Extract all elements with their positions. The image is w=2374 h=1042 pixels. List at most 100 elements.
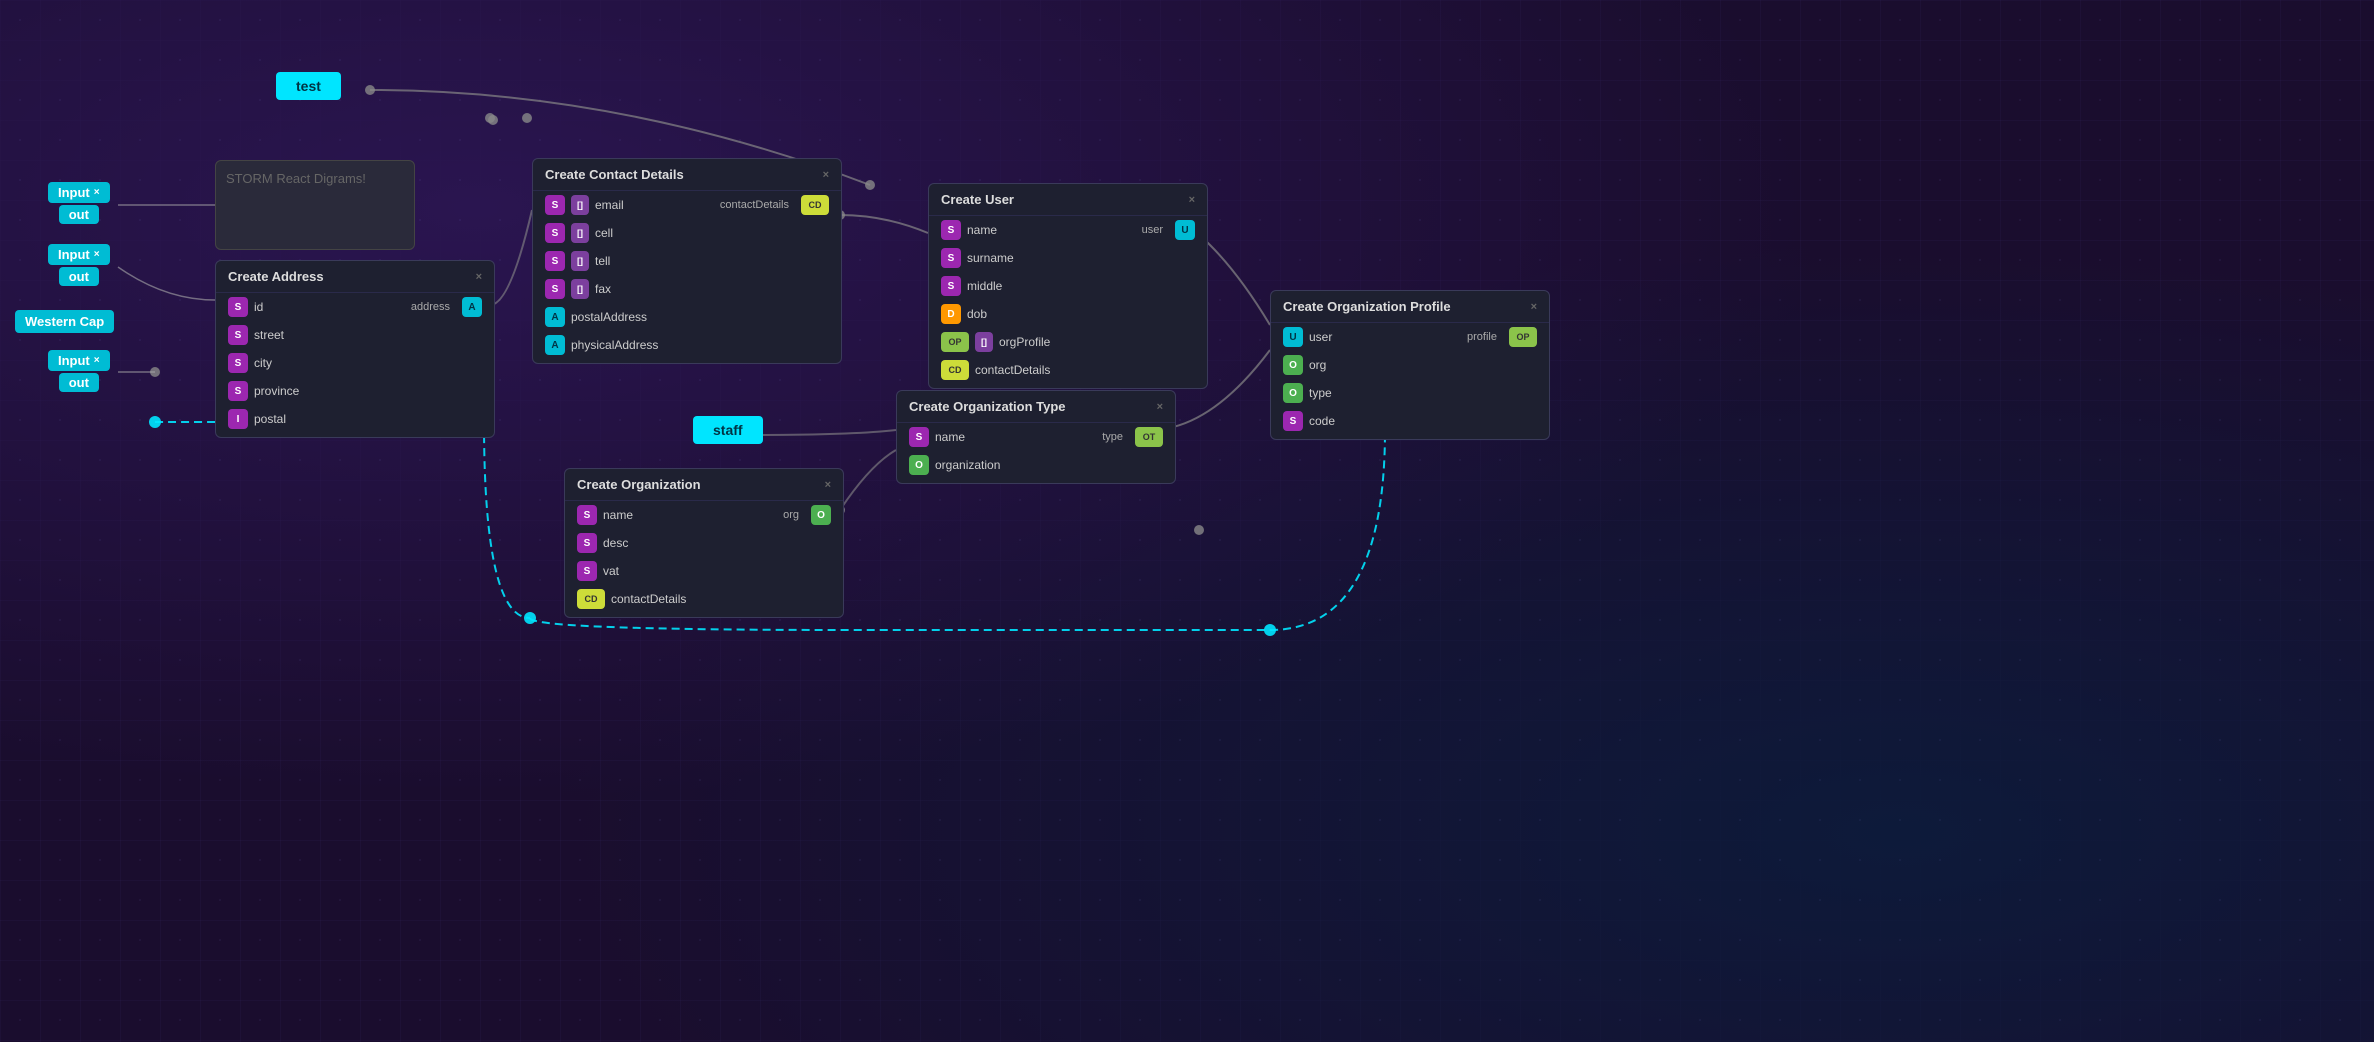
storm-text: STORM React Digrams! bbox=[226, 171, 404, 186]
test-label: test bbox=[296, 78, 321, 94]
canvas: Input × out Input × out Input × out West… bbox=[0, 0, 2374, 1042]
badge-cd-contact: CD bbox=[801, 195, 829, 215]
create-contact-details-node: Create Contact Details × S [] email cont… bbox=[532, 158, 842, 364]
field-postal: postal bbox=[254, 412, 482, 426]
create-organization-node: Create Organization × S name org O S des… bbox=[564, 468, 844, 618]
create-address-node: Create Address × S id address A S street… bbox=[215, 260, 495, 438]
badge-op-orgprofile: OP bbox=[941, 332, 969, 352]
output-org-label: org bbox=[783, 509, 799, 521]
create-address-row-street: S street bbox=[216, 321, 494, 349]
contact-row-cell: S [] cell bbox=[533, 219, 841, 247]
badge-i-postal: I bbox=[228, 409, 248, 429]
field-surname: surname bbox=[967, 251, 1195, 265]
input-node-2: Input × out bbox=[48, 244, 110, 286]
input-close-2[interactable]: × bbox=[94, 249, 100, 260]
input-text-3: Input bbox=[58, 353, 90, 368]
create-org-profile-header: Create Organization Profile × bbox=[1271, 291, 1549, 323]
test-node[interactable]: test bbox=[276, 72, 341, 100]
create-org-type-close[interactable]: × bbox=[1157, 401, 1163, 413]
create-address-row-province: S province bbox=[216, 377, 494, 405]
badge-s-fax: S bbox=[545, 279, 565, 299]
input-close-1[interactable]: × bbox=[94, 187, 100, 198]
create-user-close[interactable]: × bbox=[1189, 194, 1195, 206]
badge-o-orgprofile-type: O bbox=[1283, 383, 1303, 403]
contact-row-postal: A postalAddress bbox=[533, 303, 841, 331]
badge-s-city: S bbox=[228, 353, 248, 373]
create-org-profile-title: Create Organization Profile bbox=[1283, 299, 1451, 314]
field-fax: fax bbox=[595, 282, 829, 296]
field-orgprofile: orgProfile bbox=[999, 335, 1195, 349]
create-user-node: Create User × S name user U S surname S … bbox=[928, 183, 1208, 389]
out-label-3: out bbox=[59, 373, 99, 392]
orgprofile-row-type: O type bbox=[1271, 379, 1549, 407]
badge-s-middle: S bbox=[941, 276, 961, 296]
input-label-1[interactable]: Input × bbox=[48, 182, 110, 203]
create-user-header: Create User × bbox=[929, 184, 1207, 216]
badge-s-id: S bbox=[228, 297, 248, 317]
contact-row-physical: A physicalAddress bbox=[533, 331, 841, 363]
western-cap-label: Western Cap bbox=[25, 314, 104, 329]
orgtype-row-name: S name type OT bbox=[897, 423, 1175, 451]
create-contact-details-close[interactable]: × bbox=[823, 169, 829, 181]
create-org-profile-close[interactable]: × bbox=[1531, 301, 1537, 313]
badge-s-orgprofile-code: S bbox=[1283, 411, 1303, 431]
badge-bracket-email: [] bbox=[571, 195, 589, 215]
input-label-2[interactable]: Input × bbox=[48, 244, 110, 265]
field-physicaladdress: physicalAddress bbox=[571, 338, 829, 352]
create-contact-details-header: Create Contact Details × bbox=[533, 159, 841, 191]
field-orgtype-name: name bbox=[935, 430, 1096, 444]
output-type-label: type bbox=[1102, 431, 1123, 443]
field-postaladdress: postalAddress bbox=[571, 310, 829, 324]
field-name-user: name bbox=[967, 223, 1136, 237]
user-row-name: S name user U bbox=[929, 216, 1207, 244]
badge-s-tell: S bbox=[545, 251, 565, 271]
org-row-contactdetails: CD contactDetails bbox=[565, 585, 843, 617]
input-label-3[interactable]: Input × bbox=[48, 350, 110, 371]
staff-node[interactable]: staff bbox=[693, 416, 763, 444]
create-address-header: Create Address × bbox=[216, 261, 494, 293]
orgprofile-row-user: U user profile OP bbox=[1271, 323, 1549, 351]
badge-o-orgprofile-org: O bbox=[1283, 355, 1303, 375]
output-user-label: user bbox=[1142, 224, 1163, 236]
create-org-profile-node: Create Organization Profile × U user pro… bbox=[1270, 290, 1550, 440]
field-city: city bbox=[254, 356, 482, 370]
field-orgtype-org: organization bbox=[935, 458, 1163, 472]
input-text-2: Input bbox=[58, 247, 90, 262]
field-desc: desc bbox=[603, 536, 831, 550]
input-text-1: Input bbox=[58, 185, 90, 200]
badge-op-profile: OP bbox=[1509, 327, 1537, 347]
create-organization-title: Create Organization bbox=[577, 477, 701, 492]
create-address-close[interactable]: × bbox=[476, 271, 482, 283]
user-row-dob: D dob bbox=[929, 300, 1207, 328]
output-contactdetails-label: contactDetails bbox=[720, 199, 789, 211]
badge-u-user: U bbox=[1175, 220, 1195, 240]
badge-s-street: S bbox=[228, 325, 248, 345]
out-label-1: out bbox=[59, 205, 99, 224]
field-tell: tell bbox=[595, 254, 829, 268]
create-org-type-title: Create Organization Type bbox=[909, 399, 1066, 414]
badge-s-cell: S bbox=[545, 223, 565, 243]
badge-s-orgtype-name: S bbox=[909, 427, 929, 447]
field-middle: middle bbox=[967, 279, 1195, 293]
create-organization-close[interactable]: × bbox=[825, 479, 831, 491]
create-address-row-city: S city bbox=[216, 349, 494, 377]
create-address-row-id: S id address A bbox=[216, 293, 494, 321]
badge-s-vat: S bbox=[577, 561, 597, 581]
badge-ot-type: OT bbox=[1135, 427, 1163, 447]
field-contactdetails-user: contactDetails bbox=[975, 363, 1195, 377]
badge-s-desc: S bbox=[577, 533, 597, 553]
western-cap-node[interactable]: Western Cap bbox=[15, 310, 114, 333]
staff-label: staff bbox=[713, 422, 743, 438]
org-row-vat: S vat bbox=[565, 557, 843, 585]
input-close-3[interactable]: × bbox=[94, 355, 100, 366]
field-cell: cell bbox=[595, 226, 829, 240]
create-address-title: Create Address bbox=[228, 269, 324, 284]
badge-a-postal: A bbox=[545, 307, 565, 327]
contact-row-tell: S [] tell bbox=[533, 247, 841, 275]
badge-o-orgtype: O bbox=[909, 455, 929, 475]
field-province: province bbox=[254, 384, 482, 398]
badge-d-dob: D bbox=[941, 304, 961, 324]
input-node-3: Input × out bbox=[48, 350, 110, 392]
field-street: street bbox=[254, 328, 482, 342]
org-row-name: S name org O bbox=[565, 501, 843, 529]
